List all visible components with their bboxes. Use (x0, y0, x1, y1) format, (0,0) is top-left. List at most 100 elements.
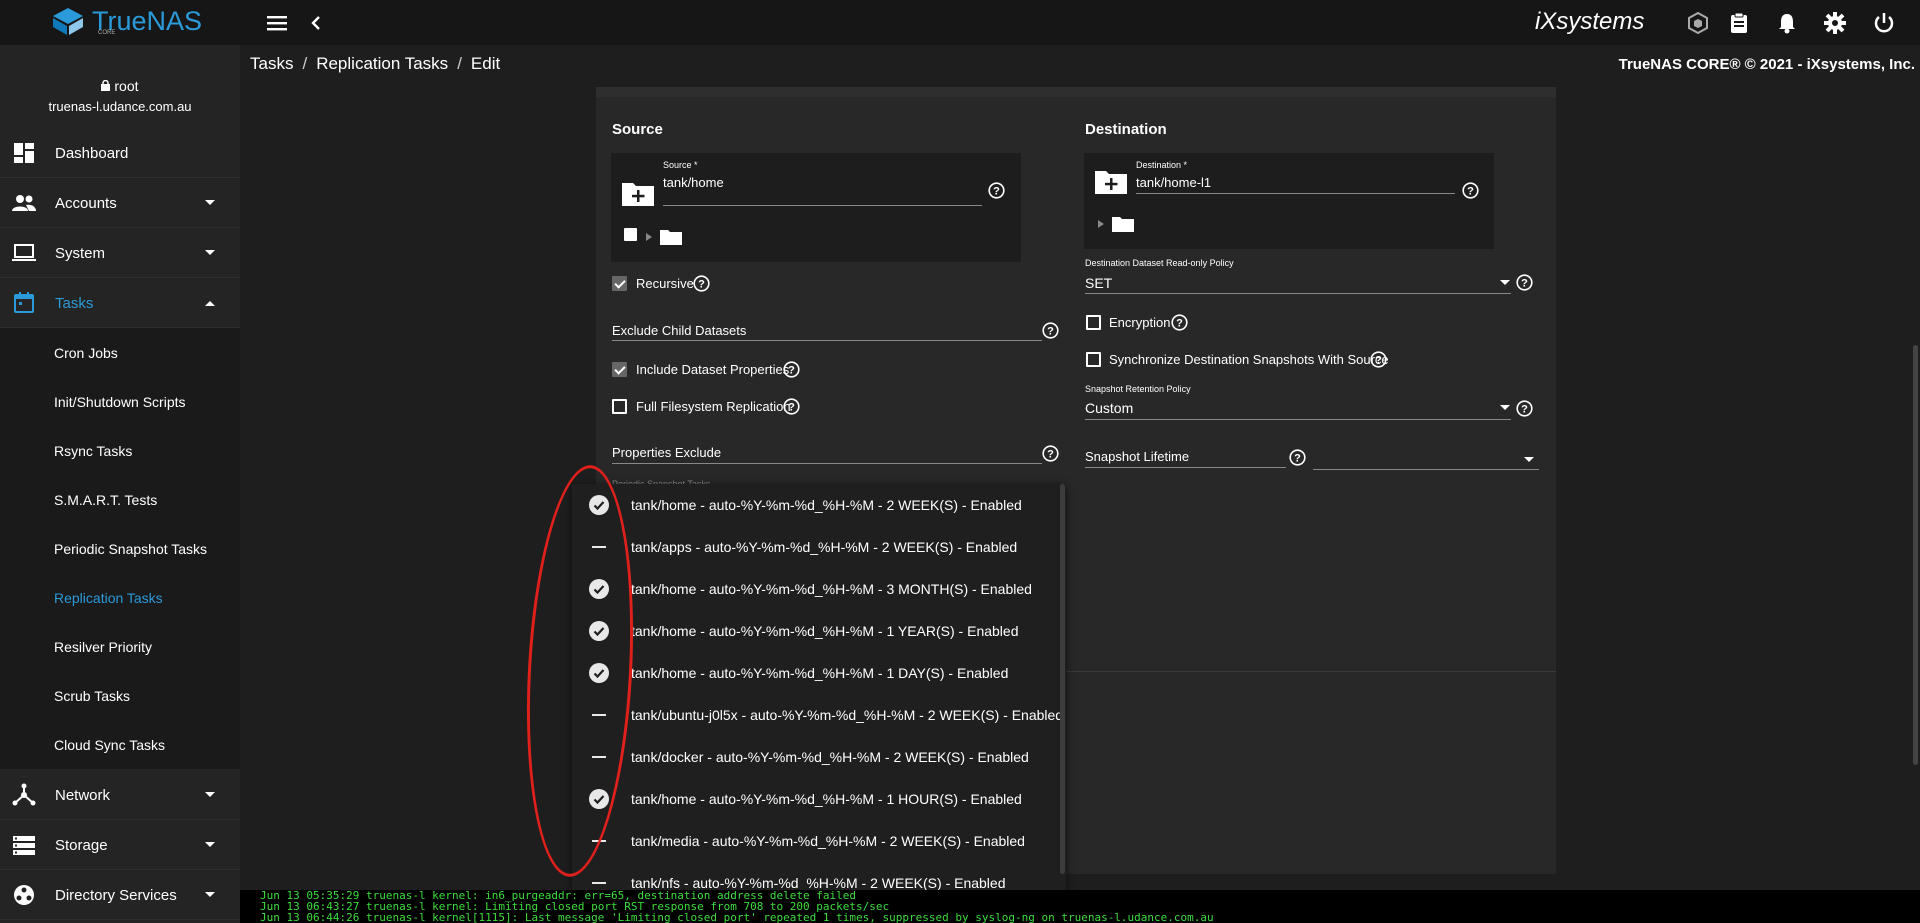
snapshot-task-option[interactable]: tank/apps - auto-%Y-%m-%d_%H-%M - 2 WEEK… (572, 526, 1066, 568)
sidebar-subitem-replication-tasks[interactable]: Replication Tasks (0, 573, 240, 622)
task-manager-button[interactable] (1726, 10, 1752, 36)
encryption-checkbox[interactable] (1086, 315, 1101, 330)
breadcrumb-tasks[interactable]: Tasks (250, 54, 293, 73)
snapshot-lifetime-input[interactable]: Snapshot Lifetime (1085, 449, 1189, 464)
page-scrollbar[interactable] (1913, 345, 1918, 765)
sidebar-subitem-periodic-snapshot-tasks[interactable]: Periodic Snapshot Tasks (0, 524, 240, 573)
snapshot-task-option-label: tank/home - auto-%Y-%m-%d_%H-%M - 1 HOUR… (631, 791, 1022, 807)
check-circle-icon (589, 621, 609, 641)
sidebar-subitem-init-shutdown-scripts[interactable]: Init/Shutdown Scripts (0, 377, 240, 426)
sidebar-subitem-smart-tests[interactable]: S.M.A.R.T. Tests (0, 475, 240, 524)
snapshot-task-option[interactable]: tank/nfs - auto-%Y-%m-%d_%H-%M - 2 WEEK(… (572, 862, 1066, 890)
sidebar-subitem-scrub-tasks[interactable]: Scrub Tasks (0, 671, 240, 720)
sidebar-item-tasks[interactable]: Tasks (0, 279, 240, 328)
sidebar-item-label: System (55, 244, 106, 262)
unselected-dash-icon (592, 882, 606, 884)
help-icon[interactable]: ? (1370, 351, 1387, 368)
snapshot-task-option[interactable]: tank/ubuntu-j0l5x - auto-%Y-%m-%d_%H-%M … (572, 694, 1066, 736)
select-caret-icon (1500, 280, 1510, 285)
svg-text:?: ? (1047, 326, 1054, 338)
sidebar-subitem-label: Scrub Tasks (54, 687, 130, 704)
vendor-name: iXsystems (1535, 8, 1645, 35)
svg-text:?: ? (1294, 453, 1301, 465)
recursive-checkbox[interactable] (612, 276, 627, 291)
help-icon[interactable]: ? (988, 182, 1005, 199)
chevron-left-icon (311, 16, 320, 30)
source-tree-root-checkbox[interactable] (624, 228, 637, 241)
help-icon[interactable]: ? (1289, 449, 1306, 466)
network-icon (12, 783, 36, 806)
snapshot-task-option[interactable]: tank/media - auto-%Y-%m-%d_%H-%M - 2 WEE… (572, 820, 1066, 862)
sync-destination-snapshots-label: Synchronize Destination Snapshots With S… (1109, 352, 1389, 367)
svg-text:?: ? (1521, 278, 1528, 290)
help-icon[interactable]: ? (783, 361, 800, 378)
power-button[interactable] (1871, 10, 1897, 36)
destination-heading: Destination (1085, 121, 1167, 138)
snapshot-task-option[interactable]: tank/docker - auto-%Y-%m-%d_%H-%M - 2 WE… (572, 736, 1066, 778)
help-icon[interactable]: ? (1516, 274, 1533, 291)
snapshot-task-option[interactable]: tank/home - auto-%Y-%m-%d_%H-%M - 2 WEEK… (572, 484, 1066, 526)
destination-input[interactable]: tank/home-l1 (1136, 175, 1211, 190)
help-icon[interactable]: ? (1042, 322, 1059, 339)
sidebar-subitem-rsync-tasks[interactable]: Rsync Tasks (0, 426, 240, 475)
console-line: Jun 13 06:44:26 truenas-l kernel[1115]: … (260, 911, 1214, 923)
exclude-child-datasets-input[interactable]: Exclude Child Datasets (612, 323, 746, 338)
help-icon[interactable]: ? (1516, 400, 1533, 417)
snapshot-task-option[interactable]: tank/home - auto-%Y-%m-%d_%H-%M - 3 MONT… (572, 568, 1066, 610)
caret-down-icon (205, 250, 215, 255)
help-icon[interactable]: ? (1171, 314, 1188, 331)
source-heading: Source (612, 121, 663, 138)
breadcrumb-replication-tasks[interactable]: Replication Tasks (316, 54, 448, 73)
source-input[interactable]: tank/home (663, 175, 724, 190)
full-filesystem-replication-checkbox[interactable] (612, 399, 627, 414)
snapshot-task-option-label: tank/home - auto-%Y-%m-%d_%H-%M - 1 YEAR… (631, 623, 1019, 639)
caret-down-icon (205, 792, 215, 797)
check-circle-icon (589, 663, 609, 683)
snapshot-task-option[interactable]: tank/home - auto-%Y-%m-%d_%H-%M - 1 HOUR… (572, 778, 1066, 820)
sidebar-item-storage[interactable]: Storage (0, 821, 240, 870)
hamburger-icon (267, 16, 287, 31)
snapshot-task-option-label: tank/ubuntu-j0l5x - auto-%Y-%m-%d_%H-%M … (631, 707, 1064, 723)
sidebar-item-label: Accounts (55, 194, 117, 212)
check-circle-icon (589, 495, 609, 515)
top-bar: TrueNAS CORE iXsystems (0, 0, 1920, 45)
include-dataset-properties-checkbox[interactable] (612, 362, 627, 377)
help-icon[interactable]: ? (783, 398, 800, 415)
readonly-policy-select[interactable]: SET (1085, 275, 1112, 291)
folder-icon (660, 230, 682, 245)
tree-expand-icon[interactable] (646, 233, 652, 241)
dropdown-scrollbar[interactable] (1060, 484, 1065, 874)
sidebar-subitem-cloud-sync-tasks[interactable]: Cloud Sync Tasks (0, 720, 240, 769)
add-folder-icon[interactable] (1095, 168, 1127, 194)
sidebar-item-directory-services[interactable]: Directory Services (0, 871, 240, 920)
sidebar-item-dashboard[interactable]: Dashboard (0, 129, 240, 178)
truecommand-button[interactable] (1685, 10, 1711, 36)
console-messages: Jun 13 05:35:29 truenas-l kernel: in6_pu… (240, 890, 1920, 923)
help-icon[interactable]: ? (1042, 445, 1059, 462)
sidebar-item-system[interactable]: System (0, 229, 240, 278)
help-icon[interactable]: ? (1462, 182, 1479, 199)
sidebar-item-accounts[interactable]: Accounts (0, 179, 240, 228)
snapshot-task-option[interactable]: tank/home - auto-%Y-%m-%d_%H-%M - 1 DAY(… (572, 652, 1066, 694)
lifetime-unit-caret-icon[interactable] (1524, 457, 1534, 462)
sidebar-subitem-cron-jobs[interactable]: Cron Jobs (0, 328, 240, 377)
unselected-dash-icon (592, 714, 606, 716)
sidebar-subitem-resilver-priority[interactable]: Resilver Priority (0, 622, 240, 671)
truenas-logo[interactable]: TrueNAS (50, 6, 202, 36)
collapse-sidebar-button[interactable] (303, 10, 329, 36)
sidebar-item-label: Storage (55, 836, 108, 854)
properties-exclude-input[interactable]: Properties Exclude (612, 445, 721, 460)
tree-expand-icon[interactable] (1098, 220, 1104, 228)
sidebar-item-network[interactable]: Network (0, 771, 240, 820)
help-icon[interactable]: ? (693, 275, 710, 292)
caret-down-icon (205, 892, 215, 897)
menu-toggle-button[interactable] (264, 10, 290, 36)
settings-button[interactable] (1822, 10, 1848, 36)
readonly-policy-label: Destination Dataset Read-only Policy (1085, 258, 1234, 268)
add-folder-icon[interactable] (622, 180, 654, 206)
periodic-snapshot-tasks-dropdown: tank/home - auto-%Y-%m-%d_%H-%M - 2 WEEK… (572, 484, 1066, 890)
alerts-button[interactable] (1774, 10, 1800, 36)
snapshot-task-option[interactable]: tank/home - auto-%Y-%m-%d_%H-%M - 1 YEAR… (572, 610, 1066, 652)
sync-destination-snapshots-checkbox[interactable] (1086, 352, 1101, 367)
retention-policy-select[interactable]: Custom (1085, 400, 1133, 416)
